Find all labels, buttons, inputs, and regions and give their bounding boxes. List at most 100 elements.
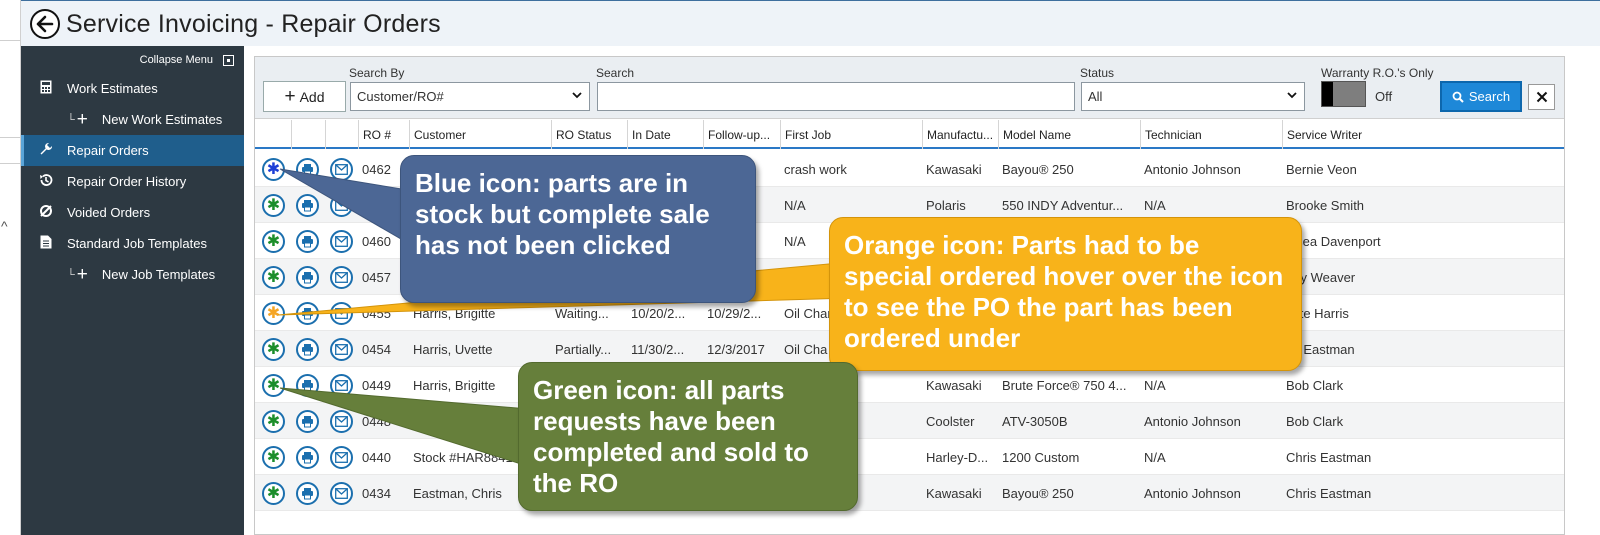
blue-parts-status-icon[interactable]: ✱ — [262, 158, 285, 181]
search-by-select[interactable]: Customer/RO# — [350, 82, 590, 111]
cell-model-name: ATV-3050B — [1002, 414, 1068, 429]
add-button[interactable]: + Add — [263, 81, 346, 112]
cell-service-writer: elsea Davenport — [1286, 234, 1381, 249]
print-icon[interactable] — [296, 338, 319, 361]
green-parts-status-icon[interactable]: ✱ — [262, 230, 285, 253]
cell-ro-number: 0455 — [362, 306, 391, 321]
sidebar-item-standard-job-templates[interactable]: Standard Job Templates — [21, 228, 244, 259]
column-header-first-job[interactable]: First Job — [780, 120, 922, 149]
cell-service-writer: Brooke Smith — [1286, 198, 1365, 213]
email-icon[interactable] — [330, 446, 353, 469]
email-icon[interactable] — [330, 374, 353, 397]
column-header-follow-up[interactable]: Follow-up... — [703, 120, 780, 149]
add-button-label: Add — [299, 88, 325, 105]
column-header-service-writer[interactable]: Service Writer — [1282, 120, 1564, 149]
email-icon[interactable] — [330, 410, 353, 433]
green-parts-status-icon[interactable]: ✱ — [262, 410, 285, 433]
email-icon[interactable] — [330, 338, 353, 361]
sidebar-item-repair-order-history[interactable]: Repair Order History — [21, 166, 244, 197]
calculator-icon — [21, 80, 67, 97]
print-icon[interactable] — [296, 302, 319, 325]
column-header-manufacturer[interactable]: Manufactu... — [922, 120, 998, 149]
green-parts-status-icon[interactable]: ✱ — [262, 482, 285, 505]
wrench-icon — [21, 142, 67, 159]
sidebar-item-new-work-estimates[interactable]: └ + New Work Estimates — [21, 104, 244, 135]
cell-service-writer: Bernie Veon — [1286, 162, 1357, 177]
print-icon[interactable] — [296, 158, 319, 181]
search-button[interactable]: Search — [1440, 81, 1522, 112]
table-row[interactable]: ✱ 0440 Stock #HAR88414 Harley-D... 1200 Cust… — [255, 439, 1564, 475]
divider — [0, 163, 21, 164]
email-icon[interactable] — [330, 302, 353, 325]
chevron-up-icon[interactable]: ^ — [1, 218, 8, 234]
cell-model-name: Bayou® 250 — [1002, 162, 1074, 177]
sidebar-item-new-job-templates[interactable]: └ + New Job Templates — [21, 259, 244, 290]
sidebar-item-voided-orders[interactable]: Voided Orders — [21, 197, 244, 228]
cell-model-name: 1200 Custom — [1002, 450, 1080, 465]
status-select[interactable]: All — [1081, 82, 1305, 111]
cell-technician: Antonio Johnson — [1144, 414, 1241, 429]
column-header-customer[interactable]: Customer — [409, 120, 551, 149]
collapse-menu-button[interactable]: Collapse Menu — [140, 54, 234, 66]
print-icon[interactable] — [296, 266, 319, 289]
table-row[interactable]: ✱ 0434 Eastman, Chris Kawasaki Bayou® 250 Ant… — [255, 475, 1564, 511]
print-icon[interactable] — [296, 230, 319, 253]
back-button[interactable] — [30, 9, 60, 39]
divider — [0, 137, 21, 138]
orange-icon-callout: Orange icon: Parts had to be special ord… — [829, 217, 1302, 371]
green-parts-status-icon[interactable]: ✱ — [262, 194, 285, 217]
back-arrow-icon — [36, 15, 54, 33]
print-icon[interactable] — [296, 374, 319, 397]
green-parts-status-icon[interactable]: ✱ — [262, 338, 285, 361]
column-header-technician[interactable]: Technician — [1140, 120, 1282, 149]
cell-model-name: Bayou® 250 — [1002, 486, 1074, 501]
column-header-ro-number[interactable]: RO # — [358, 120, 409, 149]
sidebar-item-label: Standard Job Templates — [67, 236, 207, 251]
print-icon[interactable] — [296, 410, 319, 433]
collapse-menu-label: Collapse Menu — [139, 54, 213, 66]
green-parts-status-icon[interactable]: ✱ — [262, 374, 285, 397]
toggle-knob — [1322, 82, 1333, 106]
column-header-in-date[interactable]: In Date — [627, 120, 703, 149]
print-icon[interactable] — [296, 446, 319, 469]
cell-ro-number: 0448 — [362, 414, 391, 429]
tree-connector: └ — [67, 113, 75, 126]
green-parts-status-icon[interactable]: ✱ — [262, 446, 285, 469]
column-header-model-name[interactable]: Model Name — [998, 120, 1140, 149]
cell-technician: N/A — [1144, 450, 1166, 465]
print-icon[interactable] — [296, 482, 319, 505]
sidebar-item-label: Voided Orders — [67, 205, 151, 220]
table-row[interactable]: ✱ 0449 Harris, Brigitte Kawasaki Brute Force… — [255, 367, 1564, 403]
email-icon[interactable] — [330, 266, 353, 289]
print-icon[interactable] — [296, 194, 319, 217]
column-header-print[interactable] — [291, 120, 325, 149]
divider — [0, 40, 21, 41]
sidebar-item-work-estimates[interactable]: Work Estimates — [21, 73, 244, 104]
cell-service-writer: bby Weaver — [1286, 270, 1356, 285]
table-row[interactable]: ✱ 0448 Coolster ATV-3050B Antonio Johnson Bob… — [255, 403, 1564, 439]
sidebar-item-repair-orders[interactable]: Repair Orders — [21, 135, 244, 166]
cell-ro-number: 0440 — [362, 450, 391, 465]
title-bar: Service Invoicing - Repair Orders — [21, 0, 1600, 46]
close-icon — [1536, 91, 1547, 103]
search-icon — [1452, 91, 1464, 103]
column-header-status-icon[interactable] — [255, 120, 291, 149]
cell-technician: Antonio Johnson — [1144, 162, 1241, 177]
search-input[interactable] — [597, 82, 1075, 111]
cell-model-name: Brute Force® 750 4... — [1002, 378, 1127, 393]
orange-parts-status-icon[interactable]: ✱ — [262, 302, 285, 325]
email-icon[interactable] — [330, 482, 353, 505]
chevron-down-icon — [1286, 89, 1298, 104]
column-header-ro-status[interactable]: RO Status — [551, 120, 627, 149]
cell-service-writer: gitte Harris — [1286, 306, 1349, 321]
cell-service-writer: Chris Eastman — [1286, 486, 1372, 501]
clear-search-button[interactable] — [1528, 84, 1555, 110]
email-icon[interactable] — [330, 230, 353, 253]
green-parts-status-icon[interactable]: ✱ — [262, 266, 285, 289]
grid-header: RO # Customer RO Status In Date Follow-u… — [255, 120, 1564, 149]
cell-manufacturer: Harley-D... — [926, 450, 989, 465]
email-icon[interactable] — [330, 158, 353, 181]
email-icon[interactable] — [330, 194, 353, 217]
column-header-email[interactable] — [325, 120, 358, 149]
warranty-toggle[interactable] — [1321, 81, 1366, 107]
